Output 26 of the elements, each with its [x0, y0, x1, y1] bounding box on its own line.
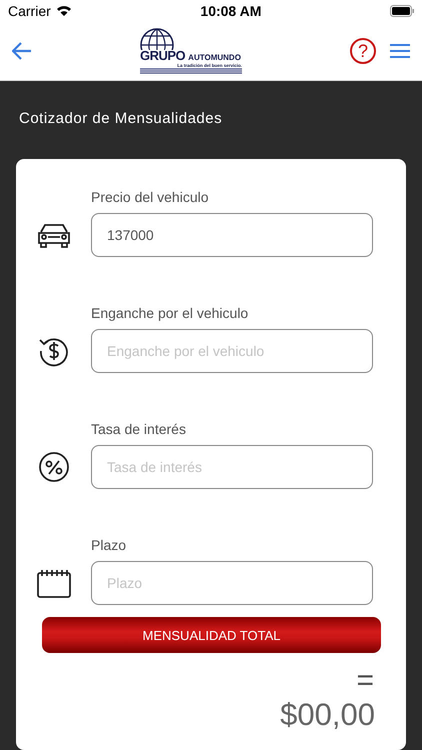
globe-icon	[140, 28, 174, 50]
logo-stripes-icon	[140, 68, 242, 74]
field-label: Tasa de interés	[91, 421, 187, 437]
result-amount: $00,00	[280, 697, 375, 733]
input-field[interactable]: Tasa de interés	[91, 445, 373, 489]
car-icon	[36, 222, 72, 248]
page-title: Cotizador de Mensualidades	[18, 109, 224, 129]
logo-wordmark: AUTOMUNDO	[188, 53, 241, 62]
field-label: Enganche por el vehiculo	[91, 305, 250, 321]
field-label: Precio del vehiculo	[91, 189, 210, 205]
logo-wordmark: GRUPO	[140, 48, 186, 63]
carrier-label: Carrier	[8, 3, 51, 19]
equals-sign: =	[356, 667, 374, 695]
calendar-icon	[36, 567, 72, 599]
status-time: 10:08 AM	[200, 3, 262, 19]
battery-icon	[390, 5, 414, 17]
total-button[interactable]: MENSUALIDAD TOTAL	[42, 617, 381, 653]
input-field[interactable]: Enganche por el vehiculo	[91, 329, 373, 373]
input-field[interactable]: 137000	[91, 213, 373, 257]
input-field[interactable]: Plazo	[91, 561, 373, 605]
wifi-icon	[56, 5, 72, 17]
field-label: Plazo	[91, 537, 128, 553]
menu-icon[interactable]	[390, 44, 410, 58]
help-button[interactable]: ?	[350, 38, 376, 64]
percent-icon	[38, 451, 70, 483]
back-arrow-icon[interactable]	[12, 42, 32, 60]
